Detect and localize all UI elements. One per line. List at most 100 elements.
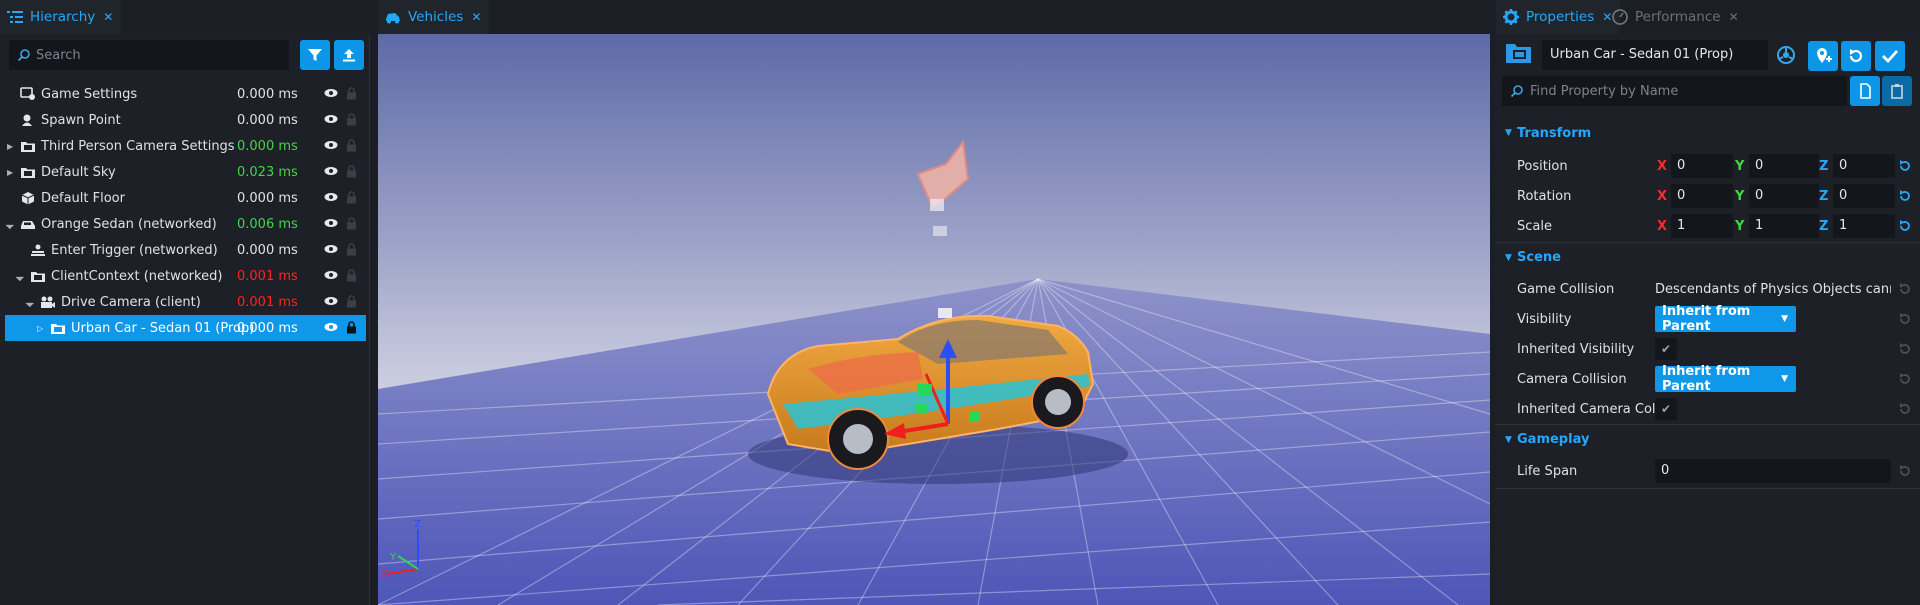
position-z-input[interactable]: 0 bbox=[1833, 154, 1895, 178]
gear-icon bbox=[1503, 9, 1519, 25]
lock-icon[interactable] bbox=[346, 217, 357, 230]
rotation-z-input[interactable]: 0 bbox=[1833, 184, 1895, 208]
tab-vehicles-label: Vehicles bbox=[408, 9, 464, 25]
visibility-eye-icon[interactable] bbox=[324, 269, 338, 281]
close-icon[interactable]: ✕ bbox=[1729, 10, 1739, 24]
lock-icon[interactable] bbox=[346, 113, 357, 126]
rotation-x-input[interactable]: 0 bbox=[1671, 184, 1733, 208]
hierarchy-row-client-context[interactable]: ◢ ClientContext (networked) 0.001 ms bbox=[5, 263, 366, 289]
hierarchy-row-default-sky[interactable]: ▶ Default Sky 0.023 ms bbox=[5, 159, 366, 185]
reset-icon[interactable] bbox=[1898, 159, 1912, 173]
tab-hierarchy[interactable]: Hierarchy ✕ bbox=[0, 0, 122, 34]
row-timing: 0.000 ms bbox=[237, 320, 298, 336]
reset-icon bbox=[1900, 343, 1910, 354]
position-x-input[interactable]: 0 bbox=[1671, 154, 1733, 178]
tab-vehicles[interactable]: Vehicles ✕ bbox=[378, 0, 490, 34]
section-scene[interactable]: ▼ Scene bbox=[1495, 242, 1920, 272]
hierarchy-row-orange-sedan[interactable]: ◢ Orange Sedan (networked) 0.006 ms bbox=[5, 211, 366, 237]
section-transform[interactable]: ▼ Transform bbox=[1495, 118, 1920, 148]
visibility-eye-icon[interactable] bbox=[324, 217, 338, 229]
position-y-input[interactable]: 0 bbox=[1749, 154, 1819, 178]
visibility-eye-icon[interactable] bbox=[324, 139, 338, 151]
hierarchy-row-urban-car-selected[interactable]: ▷ Urban Car - Sedan 01 (Prop) 0.000 ms bbox=[5, 315, 366, 341]
find-property-input[interactable]: Find Property by Name bbox=[1502, 76, 1847, 106]
expand-arrow-icon[interactable]: ▶ bbox=[7, 142, 13, 151]
property-label: Inherited Camera Col bbox=[1517, 401, 1656, 417]
inherited-camera-checkbox: ✔ bbox=[1655, 398, 1677, 420]
lock-icon[interactable] bbox=[346, 165, 357, 178]
upload-button[interactable] bbox=[334, 40, 364, 70]
lock-icon[interactable] bbox=[346, 243, 357, 256]
section-title: Transform bbox=[1517, 125, 1592, 141]
visibility-eye-icon[interactable] bbox=[324, 165, 338, 177]
visibility-eye-icon[interactable] bbox=[324, 243, 338, 255]
visibility-eye-icon[interactable] bbox=[324, 191, 338, 203]
collapse-arrow-icon[interactable]: ◢ bbox=[15, 271, 26, 282]
expand-arrow-icon[interactable]: ▶ bbox=[7, 168, 13, 177]
row-label: Enter Trigger (networked) bbox=[51, 242, 218, 258]
lock-icon[interactable] bbox=[346, 269, 357, 282]
row-label: Game Settings bbox=[41, 86, 138, 102]
reset-icon[interactable] bbox=[1898, 219, 1912, 233]
spawn-icon bbox=[22, 114, 32, 126]
scale-x-input[interactable]: 1 bbox=[1671, 214, 1733, 238]
tab-properties[interactable]: Properties ✕ bbox=[1496, 0, 1621, 34]
visibility-eye-icon[interactable] bbox=[324, 295, 338, 307]
scene-viewport[interactable]: Z X Y bbox=[378, 34, 1490, 605]
close-icon[interactable]: ✕ bbox=[103, 10, 113, 24]
z-axis-label: Z bbox=[1819, 158, 1829, 174]
vehicle-icon bbox=[386, 13, 400, 24]
camera-collision-dropdown[interactable]: Inherit from Parent ▼ bbox=[1655, 364, 1796, 394]
hierarchy-row-spawn-point[interactable]: Spawn Point 0.000 ms bbox=[5, 107, 366, 133]
scene-render[interactable]: Z X Y bbox=[378, 34, 1490, 605]
scale-y-input[interactable]: 1 bbox=[1749, 214, 1819, 238]
lock-icon[interactable] bbox=[346, 191, 357, 204]
reset-icon bbox=[1900, 313, 1910, 324]
hierarchy-row-game-settings[interactable]: Game Settings 0.000 ms bbox=[5, 81, 366, 107]
close-icon[interactable]: ✕ bbox=[471, 10, 481, 24]
reset-object-button[interactable] bbox=[1841, 41, 1871, 71]
section-title: Scene bbox=[1517, 250, 1561, 265]
lock-icon[interactable] bbox=[346, 87, 357, 100]
hierarchy-row-enter-trigger[interactable]: Enter Trigger (networked) 0.000 ms bbox=[5, 237, 366, 263]
collapse-triangle-icon: ▼ bbox=[1505, 434, 1512, 445]
paste-button[interactable] bbox=[1882, 76, 1912, 106]
collapse-arrow-icon[interactable]: ◢ bbox=[5, 219, 16, 230]
section-gameplay[interactable]: ▼ Gameplay bbox=[1495, 424, 1920, 454]
life-span-input[interactable]: 0 bbox=[1655, 459, 1891, 483]
visibility-dropdown[interactable]: Inherit from Parent ▼ bbox=[1655, 304, 1796, 334]
expand-arrow-icon[interactable]: ▷ bbox=[37, 324, 43, 333]
visibility-eye-icon[interactable] bbox=[324, 113, 338, 125]
property-scale: Scale X 1 Y 1 Z 1 bbox=[1495, 211, 1920, 241]
hierarchy-row-default-floor[interactable]: Default Floor 0.000 ms bbox=[5, 185, 366, 211]
lock-icon[interactable] bbox=[346, 321, 357, 334]
lock-icon[interactable] bbox=[346, 295, 357, 308]
confirm-button[interactable] bbox=[1875, 41, 1905, 71]
copy-button[interactable] bbox=[1850, 76, 1880, 106]
object-name-field[interactable]: Urban Car - Sedan 01 (Prop) bbox=[1542, 40, 1768, 70]
filter-button[interactable] bbox=[300, 40, 330, 70]
reset-icon bbox=[1900, 283, 1910, 294]
visibility-eye-icon[interactable] bbox=[324, 321, 338, 333]
tab-performance[interactable]: Performance ✕ bbox=[1605, 0, 1747, 34]
lock-icon[interactable] bbox=[346, 139, 357, 152]
performance-icon bbox=[1612, 9, 1628, 25]
collapse-arrow-icon[interactable]: ◢ bbox=[25, 297, 36, 308]
hierarchy-row-drive-camera[interactable]: ◢ Drive Camera (client) 0.001 ms bbox=[5, 289, 366, 315]
hierarchy-row-third-person-camera-settings[interactable]: ▶ Third Person Camera Settings 0.000 ms bbox=[5, 133, 366, 159]
camera-icon bbox=[41, 296, 55, 308]
search-input[interactable]: Search bbox=[9, 40, 289, 70]
checkmark-icon bbox=[1882, 50, 1899, 64]
scale-z-input[interactable]: 1 bbox=[1833, 214, 1895, 238]
hierarchy-panel: Search Game Settings 0.000 ms Spawn Poin… bbox=[0, 34, 370, 605]
properties-panel: Urban Car - Sedan 01 (Prop) Find Propert… bbox=[1495, 34, 1920, 605]
folder-icon bbox=[1506, 44, 1531, 63]
rotation-y-input[interactable]: 0 bbox=[1749, 184, 1819, 208]
row-label: Urban Car - Sedan 01 (Prop) bbox=[71, 320, 255, 336]
visibility-eye-icon[interactable] bbox=[324, 87, 338, 99]
network-icon[interactable] bbox=[1775, 44, 1797, 66]
tab-performance-label: Performance bbox=[1635, 9, 1721, 25]
add-object-button[interactable] bbox=[1808, 41, 1838, 71]
dropdown-value: Inherit from Parent bbox=[1662, 304, 1751, 334]
reset-icon[interactable] bbox=[1898, 189, 1912, 203]
